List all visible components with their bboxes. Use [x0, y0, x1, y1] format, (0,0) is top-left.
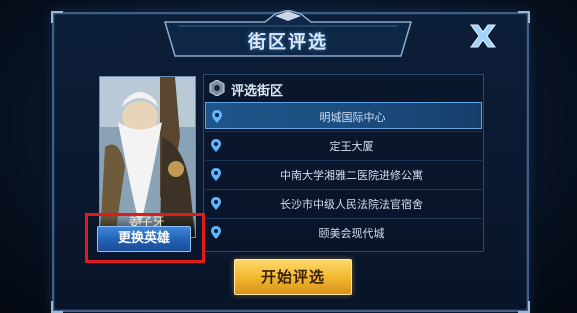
highlight-box: [85, 213, 205, 263]
frame-corner: [51, 301, 63, 313]
district-item-label: 定王大厦: [329, 140, 374, 153]
location-pin-icon: [212, 110, 222, 123]
district-item-label: 明城国际中心: [319, 111, 386, 124]
frame-corner: [51, 11, 63, 23]
badge-icon: [209, 80, 225, 96]
district-item[interactable]: 中南大学湘雅二医院进修公寓: [205, 160, 482, 188]
district-item[interactable]: 明城国际中心: [205, 102, 482, 129]
frame-corner: [518, 11, 530, 23]
list-header-label: 评选街区: [231, 84, 284, 99]
district-list-panel: 评选街区 明城国际中心 定王大厦 中南大学湘雅二医院进修公寓 长沙市中级人民法院…: [203, 74, 484, 252]
game-screen: 街区评选 姜子牙 更换英雄 评选街区 明城国际中心 定王大厦 中南大学湘雅二医院…: [0, 0, 577, 313]
district-item[interactable]: 颐美会现代城: [205, 218, 482, 246]
frame-corner: [518, 301, 530, 313]
location-pin-icon: [211, 168, 221, 181]
location-pin-icon: [211, 226, 221, 239]
district-item-label: 中南大学湘雅二医院进修公寓: [280, 169, 423, 182]
start-vote-button[interactable]: 开始评选: [234, 259, 352, 295]
close-x-icon: [470, 24, 496, 48]
title-banner: 街区评选: [155, 10, 421, 60]
district-item[interactable]: 定王大厦: [205, 131, 482, 159]
list-header: 评选街区: [204, 75, 483, 101]
district-item[interactable]: 长沙市中级人民法院法官宿舍: [205, 189, 482, 217]
location-pin-icon: [211, 197, 221, 210]
page-title: 街区评选: [248, 32, 328, 53]
close-button[interactable]: [467, 22, 499, 50]
district-item-label: 颐美会现代城: [318, 227, 385, 240]
location-pin-icon: [211, 139, 221, 152]
district-item-label: 长沙市中级人民法院法官宿舍: [280, 198, 423, 211]
